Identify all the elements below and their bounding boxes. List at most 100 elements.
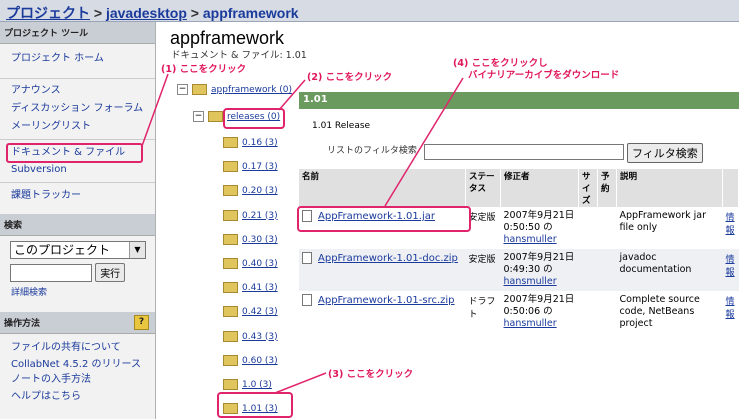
folder-icon (223, 354, 238, 366)
file-download-link[interactable]: AppFramework-1.01-src.zip (318, 295, 455, 306)
page-title: appframework (170, 28, 285, 48)
column-header-status[interactable]: ステータス (465, 169, 501, 207)
column-header-description[interactable]: 説明 (616, 169, 723, 207)
breadcrumb: プロジェクト > javadesktop > appframework (0, 0, 739, 22)
highlight-box-1-01 (217, 392, 293, 418)
tree-folder-item[interactable]: 0.20 (3) (223, 185, 278, 197)
sidebar-item-mailing-list[interactable]: メーリングリスト (0, 118, 155, 136)
search-scope-select[interactable]: このプロジェクト ▼ (10, 241, 146, 259)
file-date: 2007年9月21日 (503, 294, 575, 305)
howto-link-sharing[interactable]: ファイルの共有について (0, 339, 155, 356)
sidebar-item-discussion[interactable]: ディスカッション フォーラム (0, 100, 155, 118)
chevron-down-icon[interactable]: ▼ (129, 242, 145, 258)
tree-root[interactable]: − appframework (0) (177, 84, 292, 95)
folder-icon (223, 209, 238, 221)
tree-folder-item[interactable]: 0.42 (3) (223, 306, 278, 318)
file-info-link[interactable]: 情報 (726, 255, 735, 278)
tree-folder-link[interactable]: 0.41 (3) (242, 283, 278, 293)
column-header-modifier[interactable]: 修正者 (500, 169, 579, 207)
breadcrumb-current: appframework (202, 5, 299, 21)
folder-icon (223, 137, 238, 148)
filter-button[interactable]: フィルタ検索 (627, 143, 703, 163)
file-description-cell: javadoc documentation (616, 249, 723, 291)
breadcrumb-separator: > (190, 5, 199, 21)
filter-input[interactable] (424, 144, 624, 160)
column-header-info (722, 169, 739, 207)
tree-folder-link[interactable]: 0.42 (3) (242, 307, 278, 317)
page-subtitle: ドキュメント & ファイル: 1.01 (171, 50, 307, 61)
sidebar-item-announcements[interactable]: アナウンス (0, 82, 155, 100)
breadcrumb-project-link[interactable]: javadesktop (106, 5, 187, 21)
sidebar-howto-title: 操作方法 (4, 319, 41, 329)
file-name-cell: AppFramework-1.01-doc.zip (299, 249, 466, 291)
search-input[interactable] (10, 263, 92, 282)
sidebar-divider (0, 78, 155, 79)
folder-icon (223, 379, 238, 390)
column-header-size[interactable]: サイズ (578, 169, 598, 207)
file-download-link[interactable]: AppFramework-1.01-doc.zip (318, 253, 458, 264)
breadcrumb-root-link[interactable]: プロジェクト (6, 5, 90, 21)
column-header-reserve[interactable]: 予約 (597, 169, 617, 207)
tree-collapse-icon[interactable]: − (177, 84, 188, 95)
file-info-link[interactable]: 情報 (726, 297, 735, 320)
tree-collapse-icon[interactable]: − (193, 111, 204, 122)
file-user-link[interactable]: hansmuller (504, 234, 557, 245)
sidebar-item-subversion[interactable]: Subversion (0, 163, 155, 177)
sidebar-divider (0, 182, 155, 183)
file-user-link[interactable]: hansmuller (504, 276, 557, 287)
sidebar-item-project-home[interactable]: プロジェクト ホーム (0, 50, 155, 68)
folder-icon (223, 258, 238, 269)
howto-link-release-notes-line2[interactable]: ノートの入手方法 (11, 374, 91, 385)
table-row: AppFramework-1.01-doc.zip 安定版 2007年9月21日 0:… (299, 249, 739, 291)
tree-folder-link[interactable]: 0.60 (3) (242, 356, 278, 366)
tree-folder-link[interactable]: 0.30 (3) (242, 235, 278, 245)
file-user-link[interactable]: hansmuller (504, 318, 557, 329)
tree-folder-link[interactable]: 0.21 (3) (242, 211, 278, 221)
tree-folder-link[interactable]: 0.40 (3) (242, 259, 278, 269)
folder-icon (223, 282, 238, 294)
tree-folder-link[interactable]: 0.16 (3) (242, 138, 278, 148)
files-table: 名前 ステータス 修正者 サイズ 予約 説明 AppFramework-1.01… (299, 169, 739, 333)
file-size-cell (578, 249, 598, 291)
tree-root-link[interactable]: appframework (0) (211, 85, 292, 95)
sidebar: プロジェクト ツール プロジェクト ホーム アナウンス ディスカッション フォー… (0, 22, 156, 419)
tree-folder-item[interactable]: 0.17 (3) (223, 161, 278, 173)
tree-folder-item[interactable]: 0.21 (3) (223, 209, 278, 221)
sidebar-search-header: 検索 (0, 214, 155, 236)
howto-link-release-notes[interactable]: CollabNet 4.5.2 のリリース ノートの入手方法 (0, 356, 155, 388)
tree-folder-link[interactable]: 0.17 (3) (242, 162, 278, 172)
tree-folder-item[interactable]: 0.60 (3) (223, 354, 278, 366)
howto-link-release-notes-line1[interactable]: CollabNet 4.5.2 のリリース (11, 359, 141, 370)
sidebar-item-issue-tracker[interactable]: 課題トラッカー (0, 187, 155, 205)
file-info-link[interactable]: 情報 (726, 213, 735, 236)
column-header-name[interactable]: 名前 (299, 169, 466, 207)
file-modifier-cell: 2007年9月21日 0:50:06 の hansmuller (501, 291, 579, 333)
advanced-search-link[interactable]: 詳細検索 (0, 284, 155, 302)
highlight-box-jar (297, 206, 471, 232)
search-button[interactable]: 実行 (95, 263, 126, 282)
annotation-step-1: (1) ここをクリック (161, 64, 247, 75)
file-name-cell: AppFramework-1.01-src.zip (299, 291, 466, 333)
sidebar-item-docs-files[interactable]: ドキュメント & ファイル (6, 143, 143, 163)
tree-folder-link[interactable]: 0.43 (3) (242, 332, 278, 342)
help-icon[interactable]: ? (134, 315, 149, 330)
tree-folder-item[interactable]: 0.30 (3) (223, 233, 278, 245)
sidebar-divider (0, 139, 155, 140)
tree-folder-item[interactable]: 0.43 (3) (223, 330, 278, 342)
tree-folder-item[interactable]: 0.41 (3) (223, 282, 278, 294)
file-info-cell: 情報 (722, 249, 739, 291)
tree-folder-link[interactable]: 0.20 (3) (242, 186, 278, 196)
breadcrumb-separator: > (93, 5, 103, 21)
file-reserve-cell (598, 291, 617, 333)
file-modifier-cell: 2007年9月21日 0:50:50 の hansmuller (501, 207, 579, 249)
file-date: 2007年9月21日 (503, 252, 575, 263)
file-info-cell: 情報 (723, 207, 739, 249)
tree-folder-item[interactable]: 1.0 (3) (223, 379, 272, 390)
tree-folder-item[interactable]: 0.40 (3) (223, 258, 278, 269)
tree-folder-item[interactable]: 0.16 (3) (223, 137, 278, 148)
folder-icon (223, 161, 238, 173)
tree-folder-link[interactable]: 1.0 (3) (242, 380, 272, 390)
file-time: 0:50:06 の (503, 306, 553, 317)
file-reserve-cell (597, 249, 617, 291)
howto-link-help[interactable]: ヘルプはこちら (0, 388, 155, 405)
